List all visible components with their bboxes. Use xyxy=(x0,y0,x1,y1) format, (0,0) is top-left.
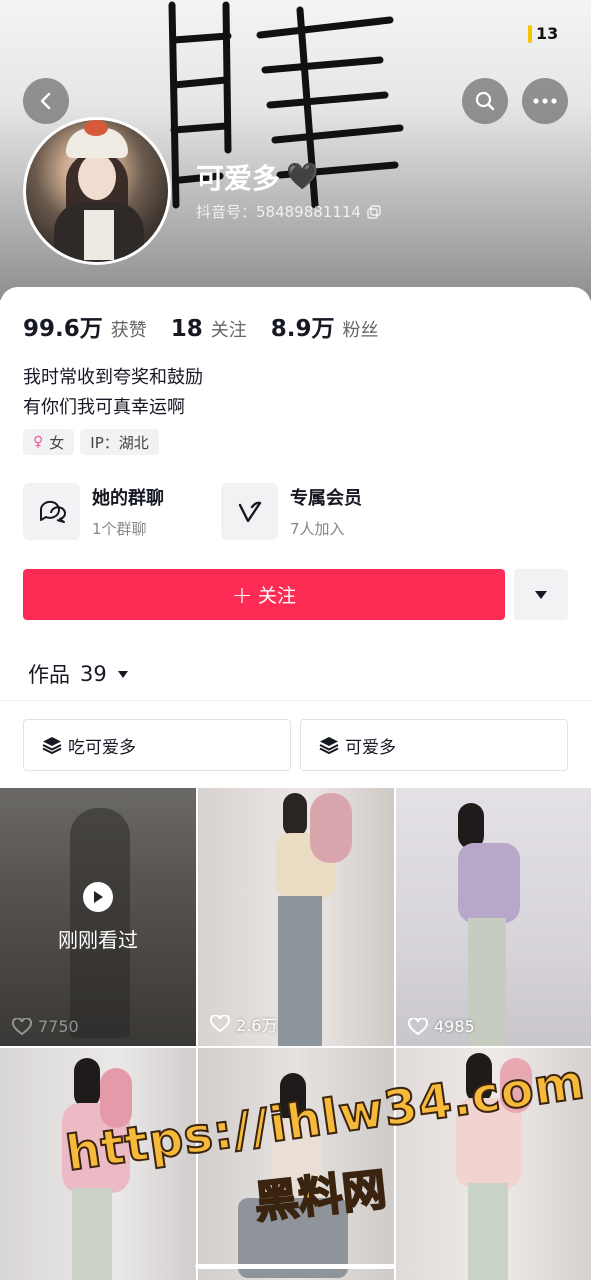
caret-down-icon xyxy=(535,590,547,599)
nickname-text: 可爱多 xyxy=(196,162,281,195)
more-dots-icon xyxy=(533,98,557,104)
stat-likes[interactable]: 99.6万 获赞 xyxy=(23,309,147,343)
bio: 我时常收到夸奖和鼓励 有你们我可真幸运啊 xyxy=(23,363,203,423)
group-chat-entry[interactable]: 她的群聊 1个群聊 xyxy=(23,483,181,540)
gender-tag: ♀ 女 xyxy=(23,429,75,455)
video-thumbnail[interactable]: 刚刚看过 7750 xyxy=(0,788,196,1046)
black-heart-emoji: 🖤 xyxy=(286,162,319,192)
divider xyxy=(0,700,591,701)
dropdown-button[interactable] xyxy=(514,569,568,620)
copy-icon[interactable] xyxy=(367,204,381,219)
caret-down-icon xyxy=(117,671,128,678)
heart-icon xyxy=(408,1017,428,1035)
back-button[interactable] xyxy=(23,78,69,124)
ip-tag: IP：湖北 xyxy=(80,429,159,455)
like-count: 7750 xyxy=(12,1017,79,1036)
video-thumbnail[interactable]: 2.6万 xyxy=(198,788,394,1046)
layers-icon xyxy=(319,737,339,754)
status-badge: 13 xyxy=(528,24,558,43)
collections-row: 吃可爱多 可爱多 xyxy=(23,719,568,771)
douyin-id[interactable]: 抖音号：58489881114 xyxy=(196,201,381,222)
tags-row: ♀ 女 IP：湖北 xyxy=(23,429,159,455)
bio-line: 有你们我可真幸运啊 xyxy=(23,397,185,418)
watermark-brand: 黑料网 xyxy=(251,1163,390,1230)
female-icon: ♀ xyxy=(33,434,44,450)
search-icon xyxy=(475,91,495,111)
features-row: 她的群聊 1个群聊 专属会员 7人加入 xyxy=(23,483,379,540)
like-count: 2.6万 xyxy=(210,1012,277,1036)
stat-followers[interactable]: 8.9万 粉丝 xyxy=(271,309,379,343)
chat-bubbles-icon xyxy=(23,483,80,540)
watermark-overlay: https://ihlw34.com 黑料网 xyxy=(62,1053,590,1240)
heart-icon xyxy=(12,1017,32,1035)
search-button[interactable] xyxy=(462,78,508,124)
video-thumbnail[interactable]: 4985 xyxy=(396,788,591,1046)
plus-icon: + xyxy=(231,580,253,609)
chevron-left-icon xyxy=(40,92,51,110)
layers-icon xyxy=(42,737,62,754)
nickname: 可爱多 🖤 xyxy=(196,157,318,197)
home-indicator[interactable] xyxy=(195,1264,395,1269)
collection-chip[interactable]: 可爱多 xyxy=(300,719,568,771)
stats-row: 99.6万 获赞 18 关注 8.9万 粉丝 xyxy=(23,309,379,343)
avatar[interactable] xyxy=(23,117,171,265)
play-icon xyxy=(83,881,113,912)
recently-viewed-overlay: 刚刚看过 xyxy=(0,788,196,1046)
membership-entry[interactable]: 专属会员 7人加入 xyxy=(221,483,379,540)
tab-works[interactable]: 作品 39 xyxy=(28,659,129,689)
douyin-id-text: 抖音号：58489881114 xyxy=(196,203,361,221)
bio-line: 我时常收到夸奖和鼓励 xyxy=(23,367,203,388)
like-count: 4985 xyxy=(408,1017,475,1036)
follow-button[interactable]: + 关注 xyxy=(23,569,505,620)
collection-chip[interactable]: 吃可爱多 xyxy=(23,719,291,771)
stat-following[interactable]: 18 关注 xyxy=(171,316,247,342)
more-button[interactable] xyxy=(522,78,568,124)
v-badge-icon xyxy=(221,483,278,540)
heart-icon xyxy=(210,1015,230,1033)
